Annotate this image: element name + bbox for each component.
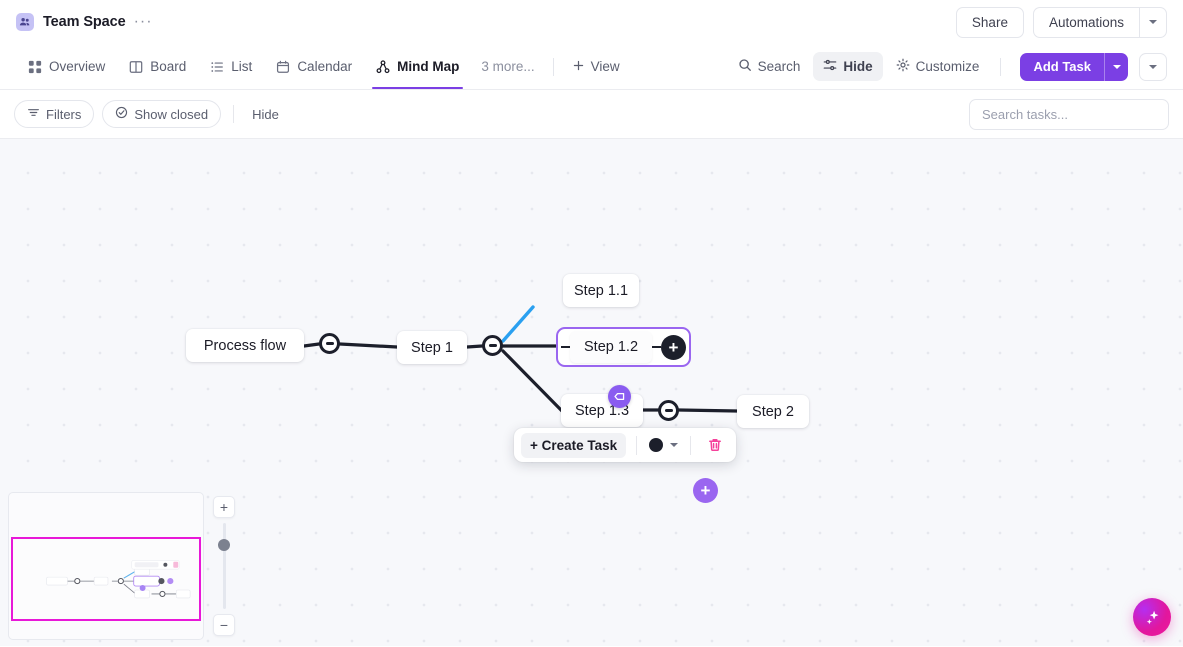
add-child-node-button[interactable]: + xyxy=(661,334,687,360)
add-view-button[interactable]: View xyxy=(562,59,630,75)
toolbar-divider xyxy=(636,435,638,455)
color-swatch xyxy=(649,438,664,452)
mindmap-node-step-1[interactable]: Step 1 xyxy=(397,331,467,364)
node-tag-badge[interactable] xyxy=(608,385,631,408)
mindmap-node-root[interactable]: Process flow xyxy=(186,329,304,362)
calendar-icon xyxy=(276,60,290,74)
list-icon xyxy=(210,60,224,74)
share-button[interactable]: Share xyxy=(955,6,1024,38)
zoom-in-button[interactable]: + xyxy=(213,496,235,518)
zoom-slider-track[interactable] xyxy=(218,523,230,609)
filterbar: Filters Show closed Hide xyxy=(0,90,1183,139)
show-closed-button[interactable]: Show closed xyxy=(102,100,222,128)
mindmap-node-step-1-1[interactable]: Step 1.1 xyxy=(563,274,639,307)
filters-label: Filters xyxy=(46,106,82,122)
automations-caret-button[interactable] xyxy=(1139,6,1167,38)
titlebar-actions: Share Automations xyxy=(955,6,1167,38)
add-sibling-node-button[interactable]: + xyxy=(693,478,718,503)
collapse-button-step-1-3[interactable] xyxy=(658,400,679,421)
view-tabs: Overview Board List Calendar Mind Map 3 … xyxy=(16,44,630,89)
gear-icon xyxy=(896,58,910,75)
ai-assistant-button[interactable] xyxy=(1133,598,1171,636)
titlebar: Team Space ··· Share Automations xyxy=(0,0,1183,44)
mindmap-icon xyxy=(376,59,390,74)
chevron-down-icon xyxy=(1112,64,1121,69)
search-button[interactable]: Search xyxy=(728,52,811,81)
add-task-group: Add Task xyxy=(1020,52,1128,81)
tabbar-actions: Search Hide Customize Add Task xyxy=(728,52,1167,81)
plus-icon xyxy=(572,59,585,75)
minimap-viewport[interactable] xyxy=(11,537,201,621)
filter-icon xyxy=(27,106,40,122)
zoom-out-button[interactable]: − xyxy=(213,614,235,636)
collapse-button-root[interactable] xyxy=(319,333,340,354)
mindmap-node-step-2[interactable]: Step 2 xyxy=(737,395,809,428)
search-button-label: Search xyxy=(757,59,801,74)
add-task-button[interactable]: Add Task xyxy=(1020,52,1104,81)
hide-button-label: Hide xyxy=(843,59,873,74)
mindmap-node-step-1-2-selected[interactable]: Step 1.2 + xyxy=(556,327,692,367)
check-circle-icon xyxy=(115,106,128,122)
customize-button[interactable]: Customize xyxy=(886,52,990,81)
minimap[interactable] xyxy=(8,492,204,640)
filters-button[interactable]: Filters xyxy=(14,100,95,128)
space-more-button[interactable]: ··· xyxy=(128,14,159,30)
mindmap-canvas[interactable]: Process flow Step 1 Step 1.1 Step 1.3 St… xyxy=(0,139,1183,646)
mindmap-node-label: Step 1.1 xyxy=(574,282,629,299)
tab-mind-map-label: Mind Map xyxy=(397,59,460,74)
filterbar-divider xyxy=(233,105,235,123)
mindmap-node-label: Step 1 xyxy=(411,339,453,356)
tab-overview-label: Overview xyxy=(49,59,106,74)
zoom-control: + − xyxy=(212,496,236,636)
sliders-icon xyxy=(823,58,837,75)
view-tabbar: Overview Board List Calendar Mind Map 3 … xyxy=(0,44,1183,90)
chevron-down-icon xyxy=(670,443,679,447)
actions-divider xyxy=(1000,57,1002,76)
add-task-caret-button[interactable] xyxy=(1104,52,1128,81)
chevron-down-icon xyxy=(1149,64,1157,69)
space-name: Team Space xyxy=(43,14,126,30)
collapse-button-step-1[interactable] xyxy=(482,335,503,356)
mindmap-node-label: Process flow xyxy=(203,337,287,354)
space-chip[interactable]: Team Space xyxy=(16,13,126,31)
search-icon xyxy=(738,58,752,75)
tab-list[interactable]: List xyxy=(198,44,264,89)
tabbar-divider xyxy=(552,57,554,76)
node-connector-stub xyxy=(561,345,570,349)
create-task-button[interactable]: + Create Task xyxy=(521,432,627,458)
tabbar-overflow-button[interactable] xyxy=(1139,52,1167,81)
node-context-toolbar: + Create Task xyxy=(514,428,737,462)
chevron-down-icon xyxy=(1149,20,1157,24)
zoom-slider-handle[interactable] xyxy=(218,539,230,552)
automations-button[interactable]: Automations xyxy=(1032,6,1139,38)
node-color-picker[interactable] xyxy=(647,438,680,452)
filterbar-hide-button[interactable]: Hide xyxy=(246,103,285,126)
mindmap-node-label: Step 2 xyxy=(752,403,794,420)
tab-board-label: Board xyxy=(150,59,187,74)
tab-list-label: List xyxy=(231,59,253,74)
more-tabs-button[interactable]: 3 more... xyxy=(471,59,544,74)
tab-overview[interactable]: Overview xyxy=(16,44,117,89)
node-connector-stub xyxy=(652,345,662,349)
delete-node-button[interactable] xyxy=(701,437,729,453)
tab-board[interactable]: Board xyxy=(117,44,198,89)
mindmap-node-step-1-2[interactable]: Step 1.2 xyxy=(570,331,653,363)
tab-mind-map[interactable]: Mind Map xyxy=(364,44,471,89)
mindmap-node-label: Step 1.2 xyxy=(584,339,639,355)
people-icon xyxy=(16,13,34,31)
board-icon xyxy=(129,60,143,74)
sparkle-ai-icon xyxy=(1146,610,1158,624)
tab-calendar-label: Calendar xyxy=(297,59,353,74)
search-tasks-input[interactable] xyxy=(969,98,1169,130)
hide-button[interactable]: Hide xyxy=(813,52,883,81)
grid-icon xyxy=(28,60,42,74)
customize-button-label: Customize xyxy=(915,59,980,74)
automations-button-group: Automations xyxy=(1032,6,1167,38)
show-closed-label: Show closed xyxy=(134,106,209,122)
add-view-label: View xyxy=(590,59,620,74)
toolbar-divider xyxy=(690,435,692,455)
tab-calendar[interactable]: Calendar xyxy=(264,44,364,89)
